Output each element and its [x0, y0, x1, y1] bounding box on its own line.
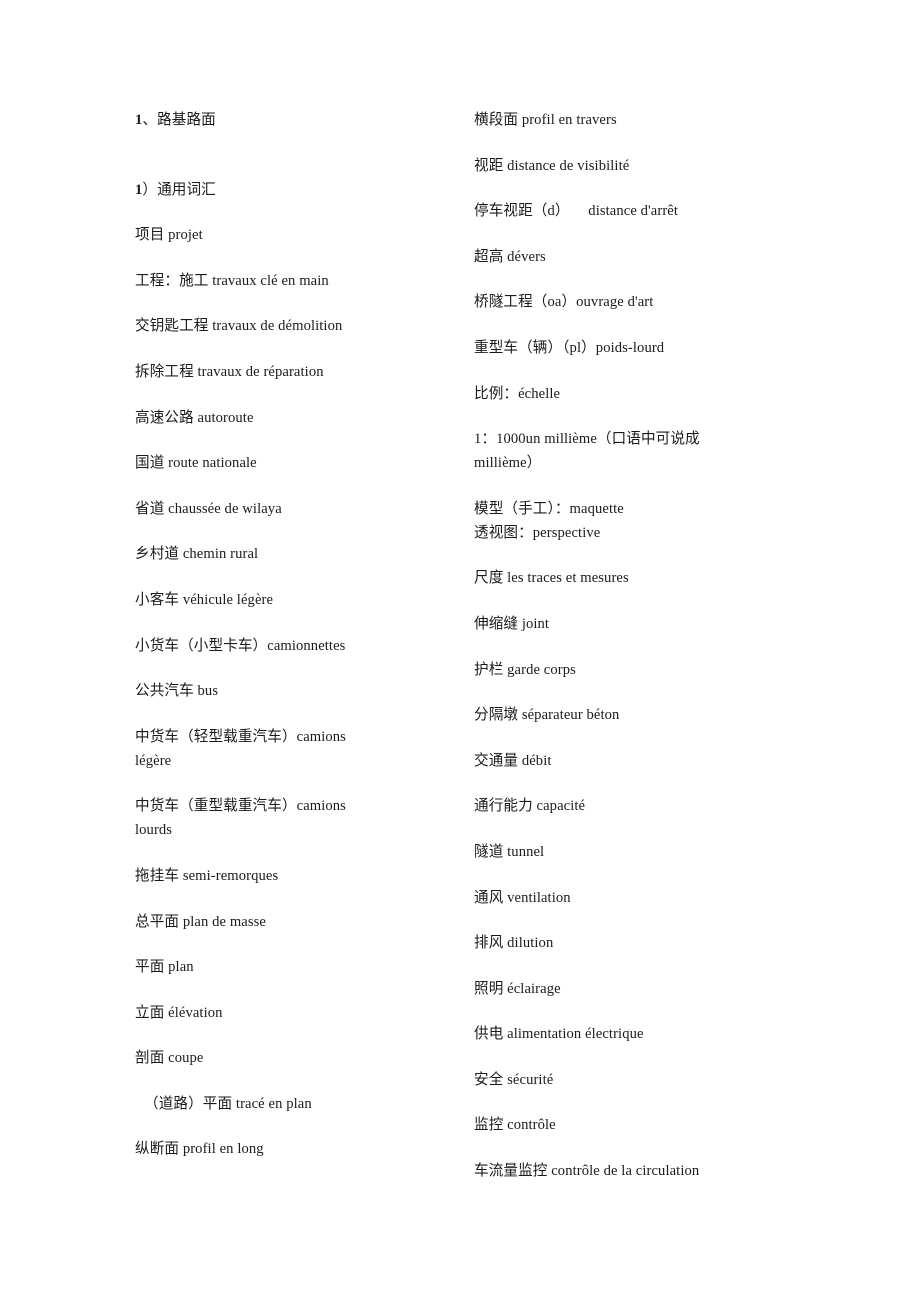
glossary-entry: 交钥匙工程 travaux de démolition [135, 318, 343, 335]
glossary-entry: 小客车 véhicule légère [135, 591, 274, 608]
glossary-entry: 总平面 plan de masse [135, 913, 266, 930]
glossary-entry: 尺度 les traces et mesures [474, 570, 629, 587]
glossary-entry: 纵断面 profil en long [135, 1141, 264, 1158]
glossary-entry: 通风 ventilation [474, 889, 571, 906]
glossary-entry: 交通量 débit [474, 752, 552, 769]
glossary-entry: 排风 dilution [474, 935, 554, 952]
document-page: 1、路基路面 1）通用词汇 项目 projet 工程：施工 travaux cl… [0, 0, 920, 1302]
glossary-entry: 项目 projet [135, 227, 203, 244]
glossary-entry: 照明 éclairage [474, 980, 561, 997]
glossary-entry: 分隔墩 séparateur béton [474, 707, 620, 724]
glossary-entry: 超高 dévers [474, 248, 546, 265]
right-column: 横段面 profil en travers 视距 distance de vis… [474, 108, 714, 1205]
glossary-entry: 乡村道 chemin rural [135, 546, 259, 563]
glossary-entry: 供电 alimentation électrique [474, 1026, 644, 1043]
glossary-entry: 监控 contrôle [474, 1117, 556, 1134]
glossary-entry: 工程：施工 travaux clé en main [135, 272, 329, 289]
glossary-entry: 中货车（重型载重汽车）camions lourds [135, 798, 350, 839]
glossary-entry: 立面 élévation [135, 1004, 223, 1021]
glossary-entry: 安全 sécurité [474, 1071, 554, 1088]
glossary-entry: 拆除工程 travaux de réparation [135, 363, 324, 380]
glossary-entry: 透视图：perspective [474, 524, 601, 541]
glossary-entry: 拖挂车 semi-remorques [135, 867, 279, 884]
glossary-entry: 公共汽车 bus [135, 683, 219, 700]
section-title: 1、路基路面 [135, 112, 216, 128]
glossary-entry: 重型车（辆）（pl）poids-lourd [474, 339, 665, 356]
left-column: 1、路基路面 1）通用词汇 项目 projet 工程：施工 travaux cl… [135, 108, 360, 1183]
glossary-entry: 桥隧工程（oa）ouvrage d'art [474, 294, 654, 311]
glossary-entry: 隧道 tunnel [474, 843, 545, 860]
glossary-entry: 高速公路 autoroute [135, 409, 254, 426]
glossary-entry: （道路）平面 tracé en plan [144, 1095, 312, 1112]
glossary-entry: 国道 route nationale [135, 455, 257, 472]
glossary-entry: 护栏 garde corps [474, 661, 576, 678]
glossary-entry: 通行能力 capacité [474, 798, 586, 815]
subsection-title: 1）通用词汇 [135, 181, 216, 198]
glossary-entry: 横段面 profil en travers [474, 112, 617, 128]
glossary-entry: 停车视距（d） distance d'arrêt [474, 203, 679, 220]
glossary-entry: 剖面 coupe [135, 1050, 204, 1067]
glossary-entry: 中货车（轻型载重汽车）camions légère [135, 728, 350, 769]
glossary-entry: 视距 distance de visibilité [474, 157, 630, 174]
glossary-entry: 平面 plan [135, 959, 194, 976]
glossary-entry: 1：1000un millième（口语中可说成 millième） [474, 431, 704, 472]
glossary-entry: 省道 chaussée de wilaya [135, 500, 282, 517]
glossary-entry: 伸缩缝 joint [474, 615, 550, 632]
glossary-entry: 比例：échelle [474, 385, 561, 402]
glossary-entry: 车流量监控 contrôle de la circulation [474, 1163, 700, 1180]
glossary-entry: 模型（手工）：maquette [474, 500, 624, 517]
glossary-entry: 小货车（小型卡车）camionnettes [135, 637, 346, 654]
